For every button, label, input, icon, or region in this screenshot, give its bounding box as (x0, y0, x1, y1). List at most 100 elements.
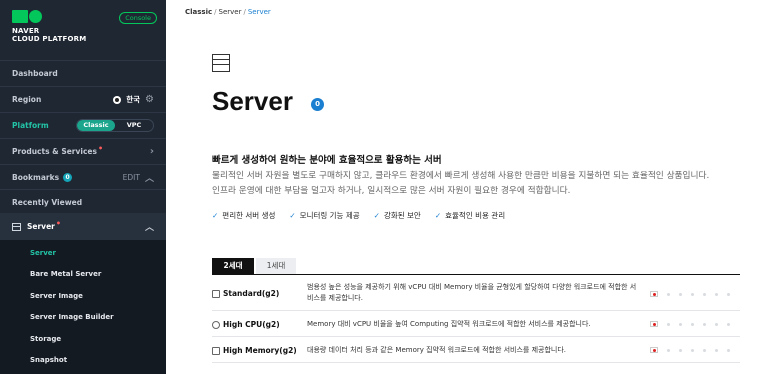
region-dot (691, 348, 694, 352)
recently-viewed-label: Recently Viewed (12, 198, 83, 207)
server-submenu: Server Bare Metal Server Server Image Se… (0, 240, 166, 374)
tab-gen1[interactable]: 1세대 (256, 258, 296, 274)
server-type-row[interactable]: Standard(g2) 범용성 높은 성능을 제공하기 위해 vCPU 대비 … (212, 279, 740, 311)
region-dot (667, 322, 670, 326)
region-dot (679, 292, 682, 296)
chevron-right-icon: › (149, 146, 154, 157)
korea-flag-icon (650, 321, 658, 327)
region-dot (703, 322, 706, 326)
region-availability (650, 291, 730, 297)
submenu-item-snapshot[interactable]: Snapshot (30, 356, 67, 364)
region-dot (691, 322, 694, 326)
edit-bookmarks-link[interactable]: EDIT (123, 173, 140, 182)
chevron-up-icon[interactable]: ︿ (145, 171, 154, 184)
server-icon (12, 222, 21, 231)
sidebar-item-region[interactable]: Region 한국 ⚙ (0, 86, 166, 112)
server-type-row[interactable]: High CPU(g2) Memory 대비 vCPU 비율을 높여 Compu… (212, 311, 740, 337)
sidebar-item-bookmarks[interactable]: Bookmarks 0 EDIT ︿ (0, 164, 166, 190)
platform-option-classic[interactable]: Classic (77, 120, 115, 131)
region-availability (650, 321, 730, 327)
gear-icon[interactable]: ⚙ (145, 94, 154, 105)
breadcrumb-root[interactable]: Classic (185, 8, 212, 16)
page-headline: 빠르게 생성하여 원하는 분야에 효율적으로 활용하는 서버 (212, 155, 442, 166)
main-content: Classic / Server / Server Server 0 빠르게 생성하여 … (166, 0, 773, 374)
region-dot (715, 348, 718, 352)
new-indicator-dot: • (55, 219, 61, 228)
feature-item: ✓ 모니터링 기능 제공 (289, 210, 359, 221)
server-type-name: High CPU(g2) (212, 320, 280, 329)
server-type-name: High Memory(g2) (212, 346, 297, 355)
region-dot (679, 348, 682, 352)
region-dot (727, 292, 730, 296)
submenu-item-server-image[interactable]: Server Image (30, 292, 83, 300)
sidebar-item-platform: Platform Classic VPC (0, 112, 166, 138)
sidebar-item-products[interactable]: Products & Services • › (0, 138, 166, 164)
naver-cloud-logo[interactable] (12, 10, 42, 23)
feature-item: ✓ 편리한 서버 생성 (212, 210, 275, 221)
server-type-name: Standard(g2) (212, 289, 279, 298)
description-line: 물리적인 서버 자원을 별도로 구매하지 않고, 클라우드 환경에서 빠르게 생… (212, 171, 710, 181)
sidebar-item-dashboard[interactable]: Dashboard (0, 60, 166, 86)
sidebar-item-recently-viewed: Recently Viewed (0, 189, 166, 215)
sidebar-item-server[interactable]: Server • ︿ (0, 213, 166, 240)
check-icon: ✓ (434, 211, 442, 220)
feature-label: 편리한 서버 생성 (222, 211, 276, 220)
feature-item: ✓ 효율적인 비용 관리 (435, 210, 505, 221)
submenu-item-server[interactable]: Server (30, 249, 56, 257)
submenu-item-storage[interactable]: Storage (30, 335, 61, 343)
platform-label: Platform (12, 121, 49, 130)
breadcrumb-current: Server (247, 8, 271, 16)
feature-list: ✓ 편리한 서버 생성 ✓ 모니터링 기능 제공 ✓ 강화된 보안 ✓ 효율적인 비용 … (212, 210, 505, 221)
platform-option-vpc[interactable]: VPC (115, 120, 153, 131)
server-type-desc: Memory 대비 vCPU 비율을 높여 Computing 집약적 워크로드… (307, 320, 591, 328)
region-dot (691, 292, 694, 296)
server-count-badge: 0 (311, 98, 324, 111)
server-type-desc: 대용량 데이터 처리 등과 같은 Memory 집약적 워크로드에 적합한 서비… (307, 346, 567, 354)
region-label: Region (12, 95, 42, 104)
feature-item: ✓ 강화된 보안 (374, 210, 421, 221)
bookmarks-count-badge: 0 (63, 173, 73, 182)
high-cpu-icon (212, 320, 220, 329)
breadcrumb: Classic / Server / Server (185, 8, 271, 16)
sidebar: NAVER CLOUD PLATFORM Console Dashboard R… (0, 0, 166, 374)
products-label: Products & Services (12, 147, 97, 156)
feature-label: 효율적인 비용 관리 (445, 211, 506, 220)
server-type-desc: 범용성 높은 성능을 제공하기 위해 vCPU 대비 Memory 비율을 균형… (307, 283, 637, 302)
tab-gen2[interactable]: 2세대 (212, 258, 254, 274)
high-memory-icon (212, 346, 220, 355)
check-icon: ✓ (212, 211, 219, 220)
brand-header: NAVER CLOUD PLATFORM Console (12, 10, 157, 50)
page-description: 물리적인 서버 자원을 별도로 구매하지 않고, 클라우드 환경에서 빠르게 생… (212, 169, 772, 199)
platform-toggle[interactable]: Classic VPC (76, 119, 154, 132)
region-dot (727, 348, 730, 352)
region-dot (679, 322, 682, 326)
submenu-item-bare-metal-server[interactable]: Bare Metal Server (30, 270, 101, 278)
standard-icon (212, 289, 220, 298)
brand-line1: NAVER (12, 27, 40, 35)
region-dot (715, 322, 718, 326)
region-dot (727, 322, 730, 326)
brand-line2: CLOUD PLATFORM (12, 35, 87, 43)
description-line: 인프라 운영에 대한 부담을 덜고자 하거나, 일시적으로 많은 서버 자원이 … (212, 186, 571, 196)
korea-flag-icon (113, 95, 122, 104)
region-dot (667, 292, 670, 296)
korea-flag-icon (650, 291, 658, 297)
chevron-up-icon[interactable]: ︿ (145, 220, 154, 233)
submenu-item-server-image-builder[interactable]: Server Image Builder (30, 313, 114, 321)
console-button[interactable]: Console (119, 12, 157, 24)
generation-tabs: 2세대 1세대 (212, 258, 740, 275)
region-dot (667, 348, 670, 352)
region-value: 한국 (126, 95, 141, 104)
korea-flag-icon (650, 347, 658, 353)
region-availability (650, 347, 730, 353)
server-label: Server (27, 222, 55, 231)
bookmarks-label: Bookmarks (12, 173, 60, 182)
dashboard-label: Dashboard (12, 69, 58, 78)
region-dot (715, 292, 718, 296)
feature-label: 강화된 보안 (383, 211, 421, 220)
page-title: Server (212, 86, 293, 116)
region-dot (703, 292, 706, 296)
breadcrumb-mid[interactable]: Server (219, 8, 242, 16)
new-indicator-dot: • (97, 144, 104, 153)
server-type-row[interactable]: High Memory(g2) 대용량 데이터 처리 등과 같은 Memory … (212, 337, 740, 363)
